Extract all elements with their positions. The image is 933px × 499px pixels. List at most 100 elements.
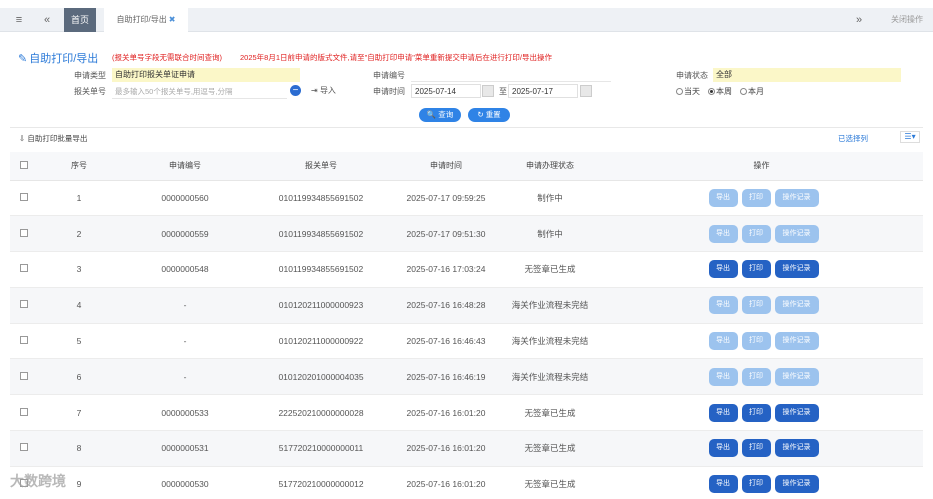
cell-decl-no: 010120211000000923 [250, 287, 392, 324]
cell-seq: 7 [38, 394, 120, 432]
row-select-cell[interactable] [10, 180, 38, 217]
cell-decl-no: 222520210000000028 [250, 394, 392, 432]
header-status: 申请办理状态 [500, 152, 600, 181]
print-button[interactable]: 打印 [741, 296, 771, 315]
cell-decl-no: 010120201000004035 [250, 358, 392, 396]
row-checkbox[interactable] [20, 228, 28, 237]
query-button[interactable]: 🔍 查询 [419, 108, 461, 122]
print-button[interactable]: 打印 [741, 260, 771, 279]
reset-button[interactable]: ↻ 重置 [468, 108, 510, 122]
row-checkbox[interactable] [20, 371, 28, 380]
op-log-button[interactable]: 操作记录 [774, 188, 819, 207]
next-tab-icon[interactable]: » [848, 8, 870, 32]
cell-seq: 2 [38, 215, 120, 253]
date-to-input[interactable]: 2025-07-17 [508, 84, 578, 98]
op-log-button[interactable]: 操作记录 [774, 475, 819, 494]
row-select-cell[interactable] [10, 287, 38, 324]
row-select-cell[interactable] [10, 215, 38, 253]
radio-week-label: 本周 [716, 87, 732, 96]
menu-icon[interactable]: ≡ [8, 8, 30, 32]
column-menu-icon[interactable]: ☰▾ [900, 131, 920, 143]
row-select-cell[interactable] [10, 430, 38, 467]
row-checkbox[interactable] [20, 336, 28, 345]
calendar-icon[interactable] [482, 85, 494, 97]
close-ops-button[interactable]: 关闭操作 [891, 8, 923, 32]
export-button[interactable]: 导出 [708, 403, 738, 422]
select-all-checkbox[interactable] [20, 160, 28, 169]
cell-status: 海关作业流程未完结 [500, 323, 600, 360]
header-apply-no: 申请编号 [120, 152, 250, 181]
import-button[interactable]: ⇥ 导入 [311, 85, 336, 96]
tab-home[interactable]: 首页 [64, 8, 96, 32]
row-select-cell[interactable] [10, 251, 38, 288]
row-checkbox[interactable] [20, 443, 28, 452]
tab-self-print[interactable]: 自助打印/导出 ✖ [104, 8, 188, 32]
cell-decl-no: 517720210000000011 [250, 430, 392, 467]
radio-today[interactable]: 当天 [676, 86, 700, 97]
radio-dot [740, 88, 747, 95]
apply-time-label: 申请时间 [373, 87, 405, 96]
remove-icon[interactable]: − [290, 85, 301, 96]
table-row: 4-010120211000000923 2025-07-16 16:48:28 海… [10, 287, 923, 324]
page-title: ✎ 自助打印/导出 [18, 50, 98, 66]
select-all-cell[interactable] [10, 152, 38, 181]
cell-seq: 1 [38, 180, 120, 217]
op-log-button[interactable]: 操作记录 [774, 367, 819, 386]
row-select-cell[interactable] [10, 323, 38, 360]
cell-seq: 8 [38, 430, 120, 467]
row-checkbox[interactable] [20, 192, 28, 201]
batch-export-label: 自助打印批量导出 [27, 134, 88, 143]
print-button[interactable]: 打印 [741, 403, 771, 422]
close-tab-icon[interactable]: ✖ [169, 15, 176, 24]
export-button[interactable]: 导出 [708, 188, 738, 207]
op-log-button[interactable]: 操作记录 [774, 260, 819, 279]
op-log-button[interactable]: 操作记录 [774, 224, 819, 243]
export-button[interactable]: 导出 [708, 260, 738, 279]
row-checkbox[interactable] [20, 264, 28, 273]
export-button[interactable]: 导出 [708, 439, 738, 458]
print-button[interactable]: 打印 [741, 332, 771, 351]
export-button[interactable]: 导出 [708, 296, 738, 315]
op-log-button[interactable]: 操作记录 [774, 332, 819, 351]
row-select-cell[interactable] [10, 394, 38, 432]
radio-week[interactable]: 本周 [708, 86, 732, 97]
op-log-button[interactable]: 操作记录 [774, 403, 819, 422]
cell-apply-time: 2025-07-16 16:46:19 [392, 358, 500, 396]
prev-tab-icon[interactable]: « [36, 8, 58, 32]
apply-no-label: 申请编号 [373, 71, 405, 80]
op-log-button[interactable]: 操作记录 [774, 296, 819, 315]
print-button[interactable]: 打印 [741, 367, 771, 386]
row-checkbox[interactable] [20, 407, 28, 416]
tab-bar: ≡ « 首页 自助打印/导出 ✖ » 关闭操作 [0, 8, 933, 32]
query-label: 查询 [438, 110, 454, 119]
apply-type-select[interactable]: 自助打印报关单证申请 [112, 68, 300, 82]
cell-apply-no: 0000000533 [120, 394, 250, 432]
selected-cols-link[interactable]: 已选择列 [838, 133, 868, 144]
op-log-button[interactable]: 操作记录 [774, 439, 819, 458]
export-button[interactable]: 导出 [708, 332, 738, 351]
row-select-cell[interactable] [10, 358, 38, 396]
batch-export-button[interactable]: ⇩ 自助打印批量导出 [19, 133, 87, 144]
row-checkbox[interactable] [20, 300, 28, 309]
calendar-icon[interactable] [580, 85, 592, 97]
cell-status: 无签章已生成 [500, 466, 600, 499]
watermark: 大数跨境 [10, 473, 66, 489]
table-row: 3 0000000548 010119934855691502 2025-07-16 … [10, 251, 923, 288]
export-button[interactable]: 导出 [708, 475, 738, 494]
status-select[interactable]: 全部 [713, 68, 901, 82]
date-from-input[interactable]: 2025-07-14 [411, 84, 481, 98]
print-button[interactable]: 打印 [741, 475, 771, 494]
export-button[interactable]: 导出 [708, 367, 738, 386]
print-button[interactable]: 打印 [741, 439, 771, 458]
apply-type-label: 申请类型 [74, 71, 106, 80]
print-button[interactable]: 打印 [741, 224, 771, 243]
print-button[interactable]: 打印 [741, 188, 771, 207]
radio-month[interactable]: 本月 [740, 86, 764, 97]
apply-no-input[interactable] [411, 68, 611, 82]
cell-apply-no: 0000000531 [120, 430, 250, 467]
cell-apply-time: 2025-07-16 16:01:20 [392, 430, 500, 467]
notice: (报关单号字段无需联合时间查询) 2025年8月1日前申请的版式文件,请至"自助打… [112, 52, 552, 63]
export-button[interactable]: 导出 [708, 224, 738, 243]
table-row: 7 0000000533 222520210000000028 2025-07-16 … [10, 394, 923, 432]
decl-no-input[interactable]: 最多输入50个报关单号,用逗号,分隔 [112, 85, 287, 99]
